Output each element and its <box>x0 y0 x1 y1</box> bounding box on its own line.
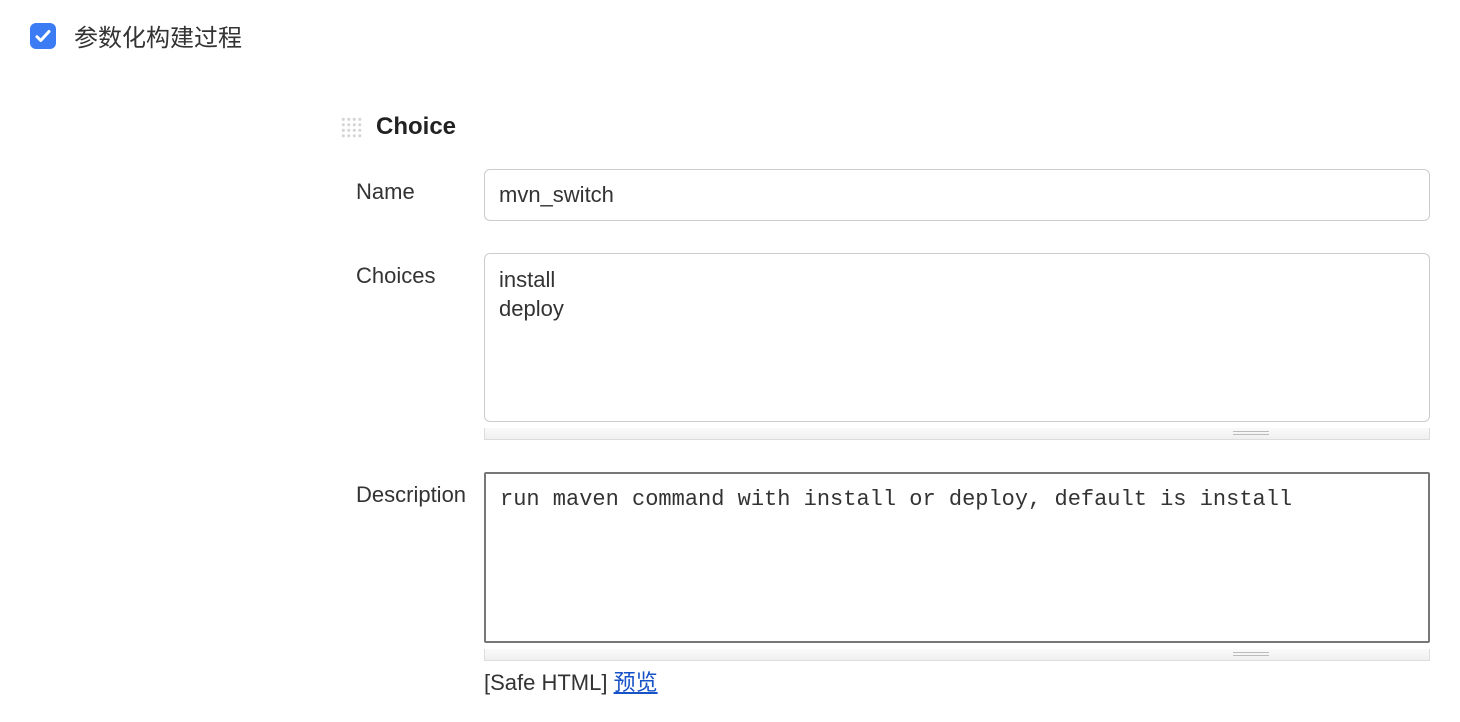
description-resize-handle[interactable] <box>484 649 1430 661</box>
section-title: Choice <box>376 113 456 141</box>
name-input[interactable] <box>484 169 1430 221</box>
drag-handle-icon[interactable] <box>340 116 362 138</box>
safe-html-label: [Safe HTML] <box>484 670 607 695</box>
parametrized-build-checkbox[interactable] <box>30 23 56 49</box>
description-label: Description <box>340 472 484 697</box>
parametrized-build-label: 参数化构建过程 <box>74 18 242 53</box>
name-label: Name <box>340 169 484 221</box>
choices-textarea[interactable] <box>484 253 1430 422</box>
choices-label: Choices <box>340 253 484 440</box>
choices-resize-handle[interactable] <box>484 428 1430 440</box>
description-textarea[interactable] <box>484 472 1430 643</box>
preview-link[interactable]: 预览 <box>614 670 658 695</box>
